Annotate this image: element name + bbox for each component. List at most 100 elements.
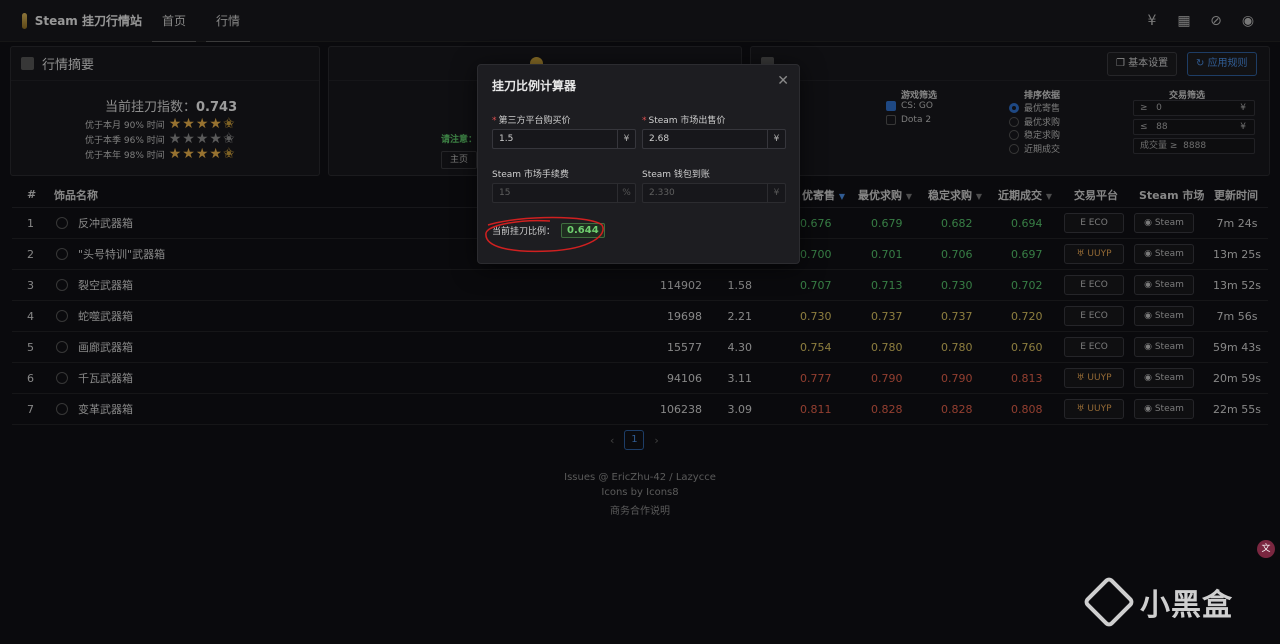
steam-market-button[interactable]: ◉ Steam [1134, 275, 1194, 295]
table-row[interactable]: 4 蛇噬武器箱 19698 2.21 0.730 0.737 0.737 0.7… [12, 301, 1268, 332]
table-row[interactable]: 7 变革武器箱 106238 3.09 0.811 0.828 0.828 0.… [12, 394, 1268, 425]
best-buy-ratio: 0.780 [871, 340, 903, 354]
sort-recent[interactable]: 近期成交 [1009, 142, 1060, 155]
min-value: 0 [1156, 103, 1162, 113]
col-recent[interactable]: 近期成交 ▼ [998, 187, 1052, 203]
platform-button[interactable]: ♅ UUYP [1064, 244, 1124, 264]
radio-icon[interactable] [1009, 143, 1019, 154]
item-icon [56, 279, 68, 291]
tab-home[interactable]: 首页 [152, 0, 197, 42]
stable-buy-ratio: 0.828 [941, 402, 973, 416]
min-price-field[interactable]: ≥ 0 ¥ [1133, 100, 1255, 116]
platform-button[interactable]: Ε ECO [1064, 213, 1124, 233]
updated-time: 22m 55s [1213, 402, 1261, 416]
footer-business[interactable]: 商务合作说明 [0, 502, 1280, 517]
platform-button[interactable]: Ε ECO [1064, 306, 1124, 326]
item-price: 3.09 [727, 402, 753, 416]
game-csgo[interactable]: CS: GO [886, 101, 933, 111]
item-price: 3.11 [727, 371, 753, 385]
platform-button[interactable]: ♅ UUYP [1064, 399, 1124, 419]
eye-off-icon[interactable]: ⊘ [1208, 13, 1224, 29]
buy-price-input[interactable]: 1.5 ¥ [492, 129, 636, 149]
recent-ratio: 0.813 [1011, 371, 1043, 385]
sort-icon: ▼ [975, 191, 982, 201]
next-page-icon[interactable]: › [654, 434, 658, 447]
platform-label: ECO [1088, 280, 1108, 290]
basic-settings-button[interactable]: ❐ 基本设置 [1107, 52, 1178, 76]
min-unit: ¥ [1240, 103, 1246, 113]
col-best-sell[interactable]: 优寄售 ▼ [802, 187, 845, 203]
steam-label: Steam [1154, 404, 1184, 414]
max-price-field[interactable]: ≤ 88 ¥ [1133, 119, 1255, 135]
item-icon [56, 248, 68, 260]
sort-best-buy[interactable]: 最优求购 [1009, 115, 1060, 128]
max-prefix: ≤ [1140, 122, 1148, 132]
sort-label: 稳定求购 [1024, 131, 1061, 141]
steam-market-button[interactable]: ◉ Steam [1134, 337, 1194, 357]
rank-month: 优于本月 90% 时间 ★★★★✬ [85, 117, 236, 131]
sort-icon: ▼ [1045, 191, 1052, 201]
item-name[interactable]: 画廊武器箱 [78, 339, 133, 355]
prev-page-icon[interactable]: ‹ [610, 434, 614, 447]
steam-market-button[interactable]: ◉ Steam [1134, 399, 1194, 419]
item-volume: 94106 [667, 371, 702, 385]
home-button[interactable]: 主页 [441, 151, 477, 169]
table-row[interactable]: 3 裂空武器箱 114902 1.58 0.707 0.713 0.730 0.… [12, 270, 1268, 301]
steam-market-button[interactable]: ◉ Steam [1134, 244, 1194, 264]
steam-label: Steam [1154, 342, 1184, 352]
sort-label: 最优寄售 [1024, 104, 1061, 114]
platform-button[interactable]: ♅ UUYP [1064, 368, 1124, 388]
item-icon [56, 341, 68, 353]
translate-button[interactable]: 文 [1257, 540, 1275, 558]
checkbox-icon[interactable] [886, 101, 896, 111]
steam-market-button[interactable]: ◉ Steam [1134, 368, 1194, 388]
apply-rules-button[interactable]: ↻ 应用规则 [1187, 52, 1257, 76]
radio-icon[interactable] [1009, 116, 1019, 127]
rank-year-label: 优于本年 98% 时间 [85, 150, 165, 161]
item-name[interactable]: 变革武器箱 [78, 401, 133, 417]
checkbox-icon[interactable] [886, 115, 896, 125]
app-logo[interactable]: Steam 挂刀行情站 [22, 12, 142, 29]
radio-icon[interactable] [1009, 102, 1019, 113]
best-sell-ratio: 0.707 [800, 278, 832, 292]
sort-best-sell[interactable]: 最优寄售 [1009, 101, 1060, 114]
radio-icon[interactable] [1009, 129, 1019, 140]
item-name[interactable]: 蛇噬武器箱 [78, 308, 133, 324]
stable-buy-ratio: 0.737 [941, 309, 973, 323]
sell-price-input[interactable]: 2.68 ¥ [642, 129, 786, 149]
best-buy-ratio: 0.737 [871, 309, 903, 323]
table-row[interactable]: 5 画廊武器箱 15577 4.30 0.754 0.780 0.780 0.7… [12, 332, 1268, 363]
currency-icon[interactable]: ¥ [1144, 13, 1160, 29]
calculator-icon[interactable]: ▦ [1176, 13, 1192, 29]
platform-label: UUYP [1087, 249, 1112, 259]
item-name[interactable]: 千瓦武器箱 [78, 370, 133, 386]
game-dota2-label: Dota 2 [901, 115, 932, 125]
game-filter-title: 游戏筛选 [901, 91, 938, 101]
col-name[interactable]: 饰品名称 [54, 187, 98, 203]
best-sell-ratio: 0.811 [800, 402, 832, 416]
close-icon[interactable]: ✕ [777, 73, 789, 89]
platform-button[interactable]: Ε ECO [1064, 337, 1124, 357]
col-stable-buy[interactable]: 稳定求购 ▼ [928, 187, 982, 203]
item-name[interactable]: 裂空武器箱 [78, 277, 133, 293]
tab-market[interactable]: 行情 [206, 0, 251, 42]
item-name[interactable]: 反冲武器箱 [78, 215, 133, 231]
footer-issues[interactable]: Issues @ EricZhu-42 / Lazycce [0, 472, 1280, 483]
table-row[interactable]: 6 千瓦武器箱 94106 3.11 0.777 0.790 0.790 0.8… [12, 363, 1268, 394]
col-best-buy[interactable]: 最优求购 ▼ [858, 187, 912, 203]
platform-button[interactable]: Ε ECO [1064, 275, 1124, 295]
best-sell-ratio: 0.777 [800, 371, 832, 385]
item-volume: 106238 [660, 402, 702, 416]
page-current[interactable]: 1 [624, 430, 645, 450]
game-dota2[interactable]: Dota 2 [886, 115, 931, 125]
steam-market-button[interactable]: ◉ Steam [1134, 306, 1194, 326]
item-volume: 114902 [660, 278, 702, 292]
volume-field[interactable]: 成交量 ≥ 8888 [1133, 138, 1255, 154]
footer-icons[interactable]: Icons by Icons8 [0, 487, 1280, 498]
recent-ratio: 0.720 [1011, 309, 1043, 323]
watermark-text: 小黑盒 [1140, 588, 1233, 623]
item-name[interactable]: "头号特训"武器箱 [78, 246, 165, 262]
sort-stable-buy[interactable]: 稳定求购 [1009, 128, 1060, 141]
steam-market-button[interactable]: ◉ Steam [1134, 213, 1194, 233]
github-icon[interactable]: ◉ [1240, 13, 1256, 29]
